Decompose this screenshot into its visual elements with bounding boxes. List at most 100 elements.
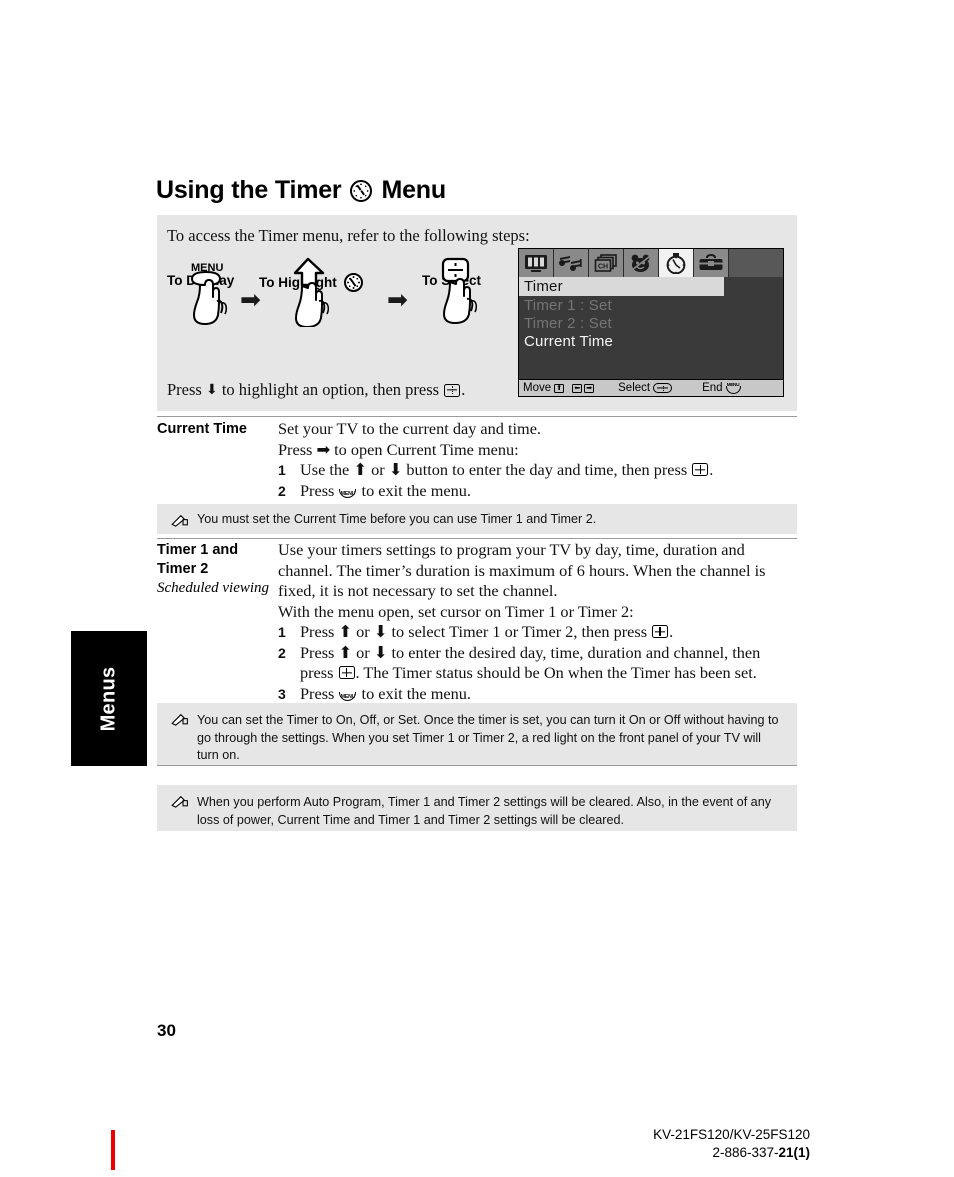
press-text-a: Press xyxy=(167,380,202,399)
menu-button-icon: MENU xyxy=(339,485,357,498)
step-text-end: to exit the menu. xyxy=(361,480,471,500)
osd-icon-parental-lock[interactable] xyxy=(624,249,659,277)
step-number: 3 xyxy=(278,685,286,702)
step-number: 2 xyxy=(278,482,286,499)
step-text-end: . xyxy=(669,622,674,641)
up-key-icon: ⬆ xyxy=(554,383,565,393)
press-text-c: . xyxy=(461,380,466,399)
osd-footer-leftright: ⬅ ➡ xyxy=(572,383,595,393)
hand-press-menu-illustration: MENU xyxy=(181,259,245,332)
svg-text:CH: CH xyxy=(597,263,607,270)
step-number: 1 xyxy=(278,624,286,640)
timer-step-3: 3 Press MENU to exit the menu. xyxy=(278,684,798,705)
osd-row-timer-1[interactable]: Timer 1 : Set xyxy=(524,297,612,314)
definition-current-time: Set your TV to the current day and time.… xyxy=(278,419,798,501)
term-current-time-label: Current Time xyxy=(157,421,247,437)
timer-line-1: Use your timers settings to program your… xyxy=(278,540,766,600)
step-text: Press xyxy=(300,683,335,703)
note-box-auto-program: When you perform Auto Program, Timer 1 a… xyxy=(157,785,797,831)
enter-button-icon xyxy=(652,625,669,638)
term-timer-1-and-2: Timer 1 and Timer 2 Scheduled viewing xyxy=(157,541,272,598)
note-text: You must set the Current Time before you… xyxy=(197,512,597,526)
page-title: Using the Timer Menu xyxy=(156,176,446,205)
osd-icon-channel[interactable]: CH xyxy=(589,249,624,277)
osd-footer-select: Select xyxy=(618,382,673,394)
osd-icon-setup-toolbox[interactable] xyxy=(694,249,729,277)
page-number: 30 xyxy=(157,1021,176,1040)
pencil-note-icon xyxy=(171,713,188,726)
osd-row-current-time[interactable]: Current Time xyxy=(524,333,613,350)
steps-panel: To access the Timer menu, refer to the f… xyxy=(157,215,797,411)
osd-row-timer-2[interactable]: Timer 2 : Set xyxy=(524,315,612,332)
footer-accent-bar xyxy=(111,1130,115,1170)
note-box-timer-status: You can set the Timer to On, Off, or Set… xyxy=(157,703,797,765)
osd-icon-timer[interactable] xyxy=(659,249,694,277)
step-number: 1 xyxy=(278,462,286,478)
section-divider xyxy=(157,416,797,417)
flow-arrow-icon: ➡ xyxy=(240,285,261,314)
pencil-note-icon xyxy=(171,795,188,808)
page-title-text-before: Using the Timer xyxy=(156,176,342,204)
step-text: Use the ⬆ or ⬇ button to enter the day a… xyxy=(300,460,688,479)
step-text-end: . xyxy=(709,460,714,479)
step-text: Press ⬆ or ⬇ to select Timer 1 or Timer … xyxy=(300,622,648,641)
menu-button-icon: MENU xyxy=(725,382,741,394)
footer-doc-suffix: 21(1) xyxy=(778,1145,810,1160)
side-tab-menus: Menus xyxy=(71,631,147,766)
timer-step-2: 2 Press ⬆ or ⬇ to enter the desired day, … xyxy=(278,643,798,684)
timer-step-1: 1 Press ⬆ or ⬇ to select Timer 1 or Timer… xyxy=(278,622,798,643)
osd-footer-move-label: Move xyxy=(523,382,552,394)
clock-ticks xyxy=(353,182,370,199)
side-tab-label: Menus xyxy=(97,666,120,731)
pencil-note-icon xyxy=(171,514,188,527)
current-time-step-2: 2 Press MENU to exit the menu. xyxy=(278,481,798,502)
current-time-line-2: Press ➡ to open Current Time menu: xyxy=(278,439,519,459)
clock-icon xyxy=(350,179,373,202)
left-key-icon: ⬅ xyxy=(572,383,583,393)
osd-footer-select-label: Select xyxy=(618,382,651,394)
section-divider xyxy=(157,538,797,539)
osd-footer-end-label: End xyxy=(702,382,723,394)
note-text: You can set the Timer to On, Off, or Set… xyxy=(197,713,779,762)
current-time-step-1: 1 Use the ⬆ or ⬇ button to enter the day … xyxy=(278,460,798,481)
press-instruction-line: Press ⬇ to highlight an option, then pre… xyxy=(167,380,465,400)
steps-intro-text: To access the Timer menu, refer to the f… xyxy=(167,226,530,245)
osd-icon-bar: CH xyxy=(519,249,783,277)
current-time-line-1: Set your TV to the current day and time. xyxy=(278,419,542,438)
osd-icon-video[interactable] xyxy=(519,249,554,277)
definition-timer-1-and-2: Use your timers settings to program your… xyxy=(278,540,798,704)
right-key-icon: ➡ xyxy=(584,383,595,393)
enter-button-icon xyxy=(653,383,673,393)
hand-highlight-illustration xyxy=(282,255,342,332)
enter-button-icon xyxy=(338,666,355,679)
hand-press-enter-illustration xyxy=(429,255,489,332)
page-title-text-after: Menu xyxy=(381,176,446,204)
step-text-end: . The Timer status should be On when the… xyxy=(355,663,757,682)
clock-icon xyxy=(343,273,363,292)
osd-footer-end: End MENU xyxy=(702,382,741,394)
clock-ticks xyxy=(346,276,360,289)
term-timer-1-and-2-sub: Scheduled viewing xyxy=(157,580,270,596)
menu-button-icon: MENU xyxy=(339,688,357,701)
term-current-time: Current Time xyxy=(157,420,247,439)
term-timer-1-and-2-label: Timer 1 and Timer 2 xyxy=(157,542,239,577)
step-text-end: to exit the menu. xyxy=(361,683,471,703)
enter-button-icon xyxy=(692,463,709,476)
footer-document-info: KV-21FS120/KV-25FS120 2-886-337-21(1) xyxy=(653,1126,810,1162)
footer-doc-prefix: 2-886-337- xyxy=(712,1145,779,1160)
section-divider xyxy=(157,765,797,766)
timer-line-2: With the menu open, set cursor on Timer … xyxy=(278,601,634,621)
down-arrow-icon: ⬇ xyxy=(205,382,218,398)
step-number: 2 xyxy=(278,644,286,661)
step-text: Press xyxy=(300,480,335,500)
footer-model: KV-21FS120/KV-25FS120 xyxy=(653,1127,810,1142)
osd-menu-title: Timer xyxy=(524,278,563,295)
osd-footer-move: Move ⬆ xyxy=(523,382,565,394)
menu-button-icon-cap xyxy=(725,385,741,394)
enter-button-icon xyxy=(444,383,461,397)
press-text-b: to highlight an option, then press xyxy=(221,380,440,399)
osd-icon-audio[interactable] xyxy=(554,249,589,277)
note-text: When you perform Auto Program, Timer 1 a… xyxy=(197,795,771,827)
osd-footer-bar: Move ⬆ ⬅ ➡ Select End MENU xyxy=(519,379,783,396)
tv-osd-screenshot: CH Timer Timer 1: Set Timer 2: Set Cur… xyxy=(518,248,784,397)
